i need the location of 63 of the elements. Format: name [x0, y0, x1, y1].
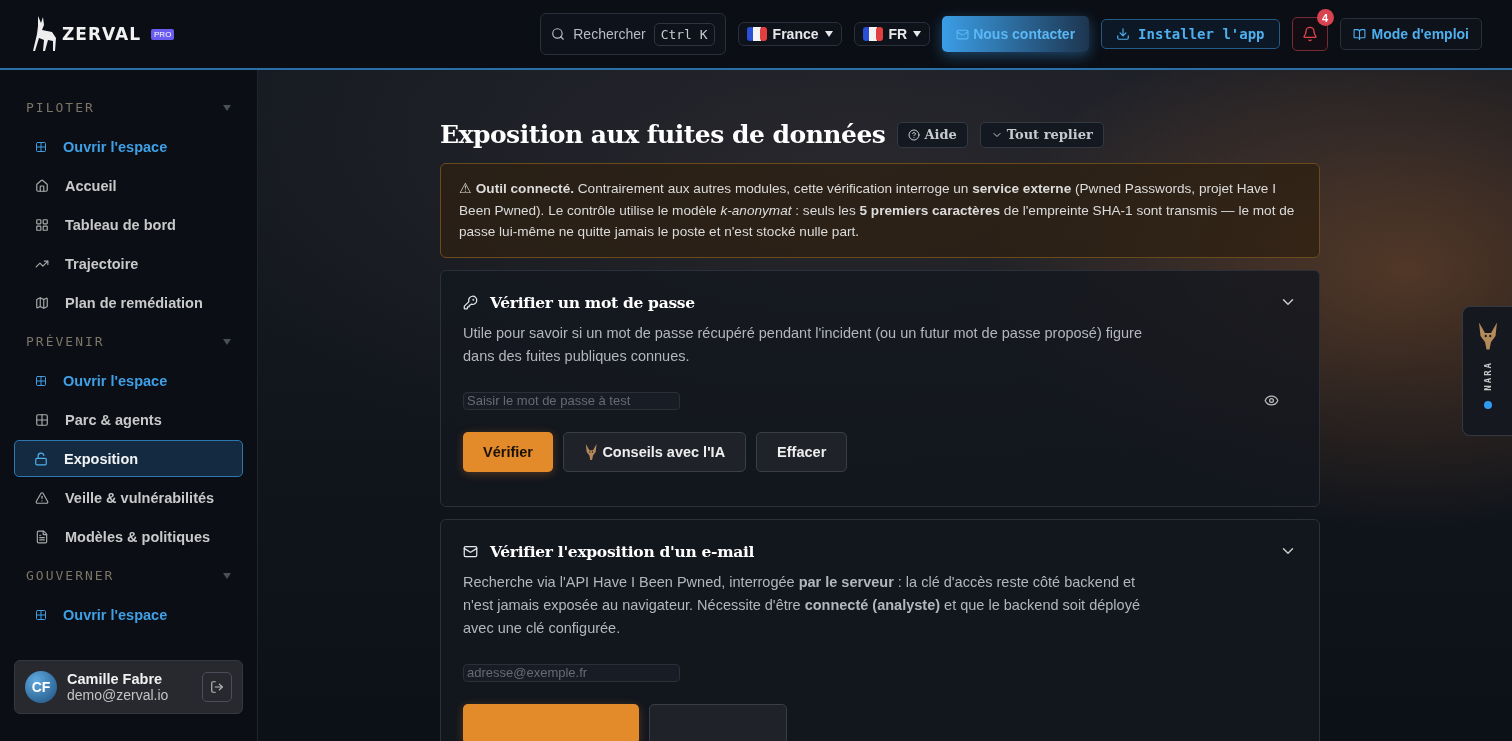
flag-icon — [862, 27, 883, 41]
search-icon — [551, 27, 566, 41]
grid-icon — [35, 374, 47, 387]
help-icon — [908, 128, 921, 141]
sidebar-item[interactable]: Plan de remédiation — [14, 284, 243, 321]
download-icon — [1116, 27, 1131, 41]
warning-notice: ⚠ Outil connecté. Contrairement aux autres modules, cette vérification interroge un service externe (Pwned Passwords, projet Have I Been Pwned). Le contrôle utilise le modèle k-anonymat : seuls les 5 premiers caractères de l'empreinte SHA-1 sont transmis — le mot de passe lui-même ne quitte jamais le poste et n'est stocké nulle part. — [440, 163, 1320, 258]
section-title: Vérifier l'exposition d'un e-mail — [490, 541, 755, 561]
user-email: demo@zerval.io — [67, 687, 169, 703]
contact-button[interactable]: Nous contacter — [942, 16, 1090, 52]
assistant-tab[interactable]: NARA — [1462, 306, 1512, 436]
language-select[interactable]: FR — [853, 22, 931, 46]
search-placeholder: Rechercher — [573, 26, 646, 42]
key-icon — [463, 294, 478, 310]
search-field[interactable]: Rechercher Ctrl K — [540, 13, 726, 55]
install-app-button[interactable]: Installer l'app — [1101, 19, 1280, 49]
mail-icon — [956, 27, 970, 41]
section-title: Vérifier un mot de passe — [490, 292, 695, 312]
wildcat-logo-icon — [30, 16, 58, 52]
sidebar-item[interactable]: Ouvrir l'espace — [14, 362, 243, 399]
user-guide-button[interactable]: Mode d'emploi — [1339, 18, 1482, 50]
country-select[interactable]: France — [737, 22, 842, 46]
assistant-label: NARA — [1482, 361, 1493, 391]
verify-button[interactable]: Vérifier — [463, 431, 553, 472]
sidebar-item[interactable]: Ouvrir l'espace — [14, 596, 243, 633]
logout-icon — [210, 680, 224, 694]
user-avatar: CF — [25, 671, 57, 703]
logout-button[interactable] — [202, 672, 232, 702]
logo-text: ZERVAL — [62, 24, 142, 44]
sidebar-item[interactable]: Tableau de bord — [14, 206, 243, 243]
password-field[interactable]: Saisir le mot de passe à test — [463, 391, 680, 410]
section-description: Utile pour savoir si un mot de passe récupéré pendant l'incident (ou un futur mot de passe proposé) figure dans des fuites publiques connues. — [463, 323, 1143, 366]
fox-icon — [584, 442, 599, 461]
sidebar-item[interactable]: Exposition — [14, 440, 243, 477]
email-field[interactable]: adresse@exemple.fr — [463, 663, 680, 682]
sidebar-item[interactable]: Accueil — [14, 167, 243, 204]
section-label: PRÉVENIR — [26, 334, 105, 349]
mail-icon — [463, 543, 478, 559]
ai-advice-button[interactable]: Conseils avec l'IA — [563, 431, 747, 472]
show-password-icon[interactable] — [1264, 393, 1279, 408]
page-title: Exposition aux fuites de données — [440, 120, 886, 149]
section-label: PILOTER — [26, 100, 95, 115]
clear-button[interactable]: Effacer — [756, 431, 848, 472]
caret-icon — [824, 31, 833, 37]
grid-icon — [35, 140, 47, 153]
sidebar-item[interactable]: Ouvrir l'espace — [14, 128, 243, 165]
sidebar-item[interactable]: Modèles & politiques — [14, 518, 243, 555]
sidebar-item[interactable]: Veille & vulnérabilités — [14, 479, 243, 516]
verify-button[interactable] — [463, 703, 639, 741]
flag-icon — [746, 27, 767, 41]
plan-badge: PRO — [151, 28, 175, 40]
sidebar-item[interactable]: Parc & agents — [14, 401, 243, 438]
sidebar-item[interactable]: Trajectoire — [14, 245, 243, 282]
caret-icon — [913, 31, 922, 37]
user-name: Camille Fabre — [67, 671, 164, 687]
collapse-all-button[interactable]: Tout replier — [979, 121, 1104, 148]
book-icon — [1352, 27, 1366, 41]
section-description: Recherche via l'API Have I Been Pwned, interrogée par le serveur : la clé d'accès reste côté backend et n'est jamais exposée au navigateur. Nécessite d'être connecté (analyste) et que le backend soit déployé avec une clé configurée. — [463, 572, 1141, 638]
grid-icon — [35, 608, 47, 621]
keyboard-shortcut: Ctrl K — [653, 22, 715, 46]
help-button[interactable]: Aide — [897, 121, 968, 148]
section-label: GOUVERNER — [26, 568, 115, 583]
bell-icon — [1301, 26, 1318, 42]
